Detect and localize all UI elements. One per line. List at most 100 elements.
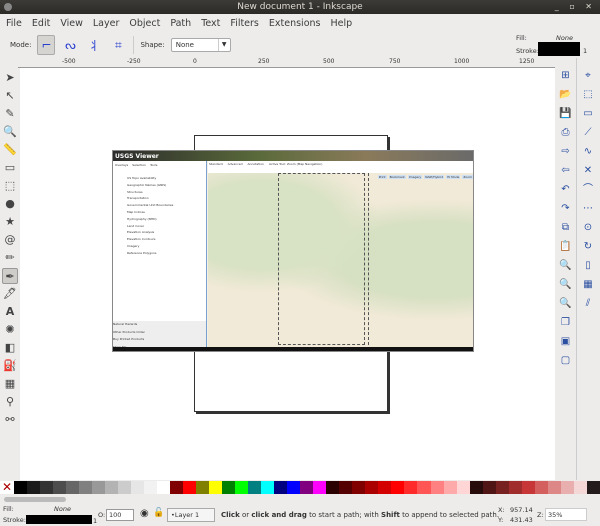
tab[interactable]: Overlays — [115, 162, 128, 169]
opacity-input[interactable]: 100 — [106, 509, 134, 521]
color-swatch[interactable] — [105, 481, 119, 494]
star-tool-icon[interactable]: ★ — [2, 214, 18, 230]
color-swatch[interactable] — [365, 481, 379, 494]
color-swatch[interactable] — [118, 481, 132, 494]
ungroup-icon[interactable]: ▢ — [558, 353, 574, 369]
zigzag-mode-button[interactable]: ⺦ — [85, 35, 103, 55]
color-swatch[interactable] — [235, 481, 249, 494]
color-swatch[interactable] — [573, 481, 587, 494]
snap-intersection-icon[interactable]: ✕ — [580, 163, 596, 179]
color-swatch[interactable] — [326, 481, 340, 494]
print-icon[interactable]: ⎙ — [558, 125, 574, 141]
snap-nodes-icon[interactable]: ⟋ — [580, 125, 596, 141]
drawing-canvas[interactable]: USGS Viewer Overlays Selection Tools US To… — [20, 68, 555, 480]
color-swatch[interactable] — [53, 481, 67, 494]
color-swatch[interactable] — [14, 481, 28, 494]
color-swatch[interactable] — [560, 481, 574, 494]
copy-icon[interactable]: ⧉ — [558, 220, 574, 236]
menu-help[interactable]: Help — [330, 18, 352, 29]
color-swatch[interactable] — [287, 481, 301, 494]
color-swatch[interactable] — [40, 481, 54, 494]
layer-item[interactable]: Elevation Contours — [127, 236, 206, 243]
color-swatch[interactable] — [482, 481, 496, 494]
text-tool-icon[interactable]: A — [2, 304, 18, 320]
color-swatch[interactable] — [248, 481, 262, 494]
snap-bbox-edge-icon[interactable]: ▭ — [580, 106, 596, 122]
menu-layer[interactable]: Layer — [93, 18, 120, 29]
map-button[interactable]: Hi Mode — [446, 175, 461, 179]
tab[interactable]: Tools — [150, 162, 157, 169]
color-swatch[interactable] — [170, 481, 184, 494]
color-swatch[interactable] — [79, 481, 93, 494]
zoom-tool-icon[interactable]: 🔍 — [2, 124, 18, 140]
tab[interactable]: Selection — [132, 162, 146, 169]
panel[interactable]: Other Products Order — [113, 329, 206, 337]
spiral-tool-icon[interactable]: @ — [2, 232, 18, 248]
panel[interactable]: Natural Hazards — [113, 321, 206, 329]
menu-edit[interactable]: Edit — [32, 18, 50, 29]
spray-tool-icon[interactable]: ✺ — [2, 322, 18, 338]
paraxial-mode-button[interactable]: ⌗ — [109, 35, 127, 55]
color-swatch[interactable] — [92, 481, 106, 494]
snap-guide-icon[interactable]: ⫽ — [580, 296, 596, 312]
layer-item[interactable]: Hydrography (NHD) — [127, 216, 206, 223]
color-swatch[interactable] — [27, 481, 41, 494]
style-indicator[interactable]: Fill: None Stroke: 1 — [516, 32, 600, 58]
shape-select[interactable]: None ▼ — [170, 38, 231, 52]
visibility-eye-icon[interactable]: ◉ — [140, 508, 149, 519]
color-swatch[interactable] — [222, 481, 236, 494]
bucket-tool-icon[interactable]: ⛽ — [2, 358, 18, 374]
regular-bezier-mode-button[interactable]: ⌐ — [37, 35, 56, 55]
connector-tool-icon[interactable]: ⚯ — [2, 412, 18, 428]
gradient-tool-icon[interactable]: ▦ — [2, 376, 18, 392]
layer-item[interactable]: Reference Polygons — [127, 250, 206, 257]
color-swatch[interactable] — [144, 481, 158, 494]
stroke-swatch[interactable] — [26, 515, 92, 524]
layer-item[interactable]: Imagery — [127, 243, 206, 250]
paste-icon[interactable]: 📋 — [558, 239, 574, 255]
menu-text[interactable]: Text — [201, 18, 220, 29]
snap-center-icon[interactable]: ⊙ — [580, 220, 596, 236]
app-menu-icon[interactable] — [4, 3, 12, 11]
map-button[interactable]: Bookmark — [388, 175, 406, 179]
no-paint-swatch[interactable]: ✕ — [0, 481, 14, 494]
stroke-swatch[interactable] — [538, 42, 580, 56]
color-swatch[interactable] — [339, 481, 353, 494]
snap-midpoint-icon[interactable]: ⋯ — [580, 201, 596, 217]
color-swatch[interactable] — [183, 481, 197, 494]
embedded-usgs-screenshot[interactable]: USGS Viewer Overlays Selection Tools US To… — [112, 150, 474, 352]
eraser-tool-icon[interactable]: ◧ — [2, 340, 18, 356]
menu-filters[interactable]: Filters — [230, 18, 258, 29]
layer-select[interactable]: •Layer 1 — [167, 508, 215, 522]
duplicate-icon[interactable]: ❐ — [558, 315, 574, 331]
layer-item[interactable]: US Topo Availability — [127, 175, 206, 182]
snap-path-icon[interactable]: ∿ — [580, 144, 596, 160]
layer-item[interactable]: Geographic Names (GNIS) — [127, 182, 206, 189]
snap-smooth-icon[interactable]: ⌒ — [580, 182, 596, 198]
color-swatch[interactable] — [274, 481, 288, 494]
menu-file[interactable]: File — [6, 18, 22, 29]
color-swatch[interactable] — [456, 481, 470, 494]
color-swatch[interactable] — [157, 481, 171, 494]
spiro-mode-button[interactable]: ᔓ — [61, 35, 79, 55]
menu-extensions[interactable]: Extensions — [269, 18, 321, 29]
zoom-page-icon[interactable]: 🔍 — [558, 296, 574, 312]
lock-icon[interactable]: 🔓 — [153, 508, 164, 518]
map-button[interactable]: Zoom — [462, 175, 473, 179]
menu-path[interactable]: Path — [170, 18, 191, 29]
menu-view[interactable]: View — [60, 18, 83, 29]
ellipse-tool-icon[interactable]: ● — [2, 196, 18, 212]
tweak-tool-icon[interactable]: ✎ — [2, 106, 18, 122]
color-swatch[interactable] — [508, 481, 522, 494]
color-swatch[interactable] — [417, 481, 431, 494]
horizontal-ruler[interactable]: -500 -250 0 250 500 750 1000 1250 — [18, 58, 555, 68]
pen-tool-icon[interactable]: ✒ — [2, 268, 18, 284]
layer-item[interactable]: Governmental Unit Boundaries — [127, 202, 206, 209]
layer-item[interactable]: Map Indices — [127, 209, 206, 216]
3d-box-tool-icon[interactable]: ⬚ — [2, 178, 18, 194]
color-swatch[interactable] — [495, 481, 509, 494]
map-button[interactable]: Imagery — [407, 175, 423, 179]
layer-item[interactable]: Structures — [127, 189, 206, 196]
open-icon[interactable]: 📂 — [558, 87, 574, 103]
color-swatch[interactable] — [196, 481, 210, 494]
